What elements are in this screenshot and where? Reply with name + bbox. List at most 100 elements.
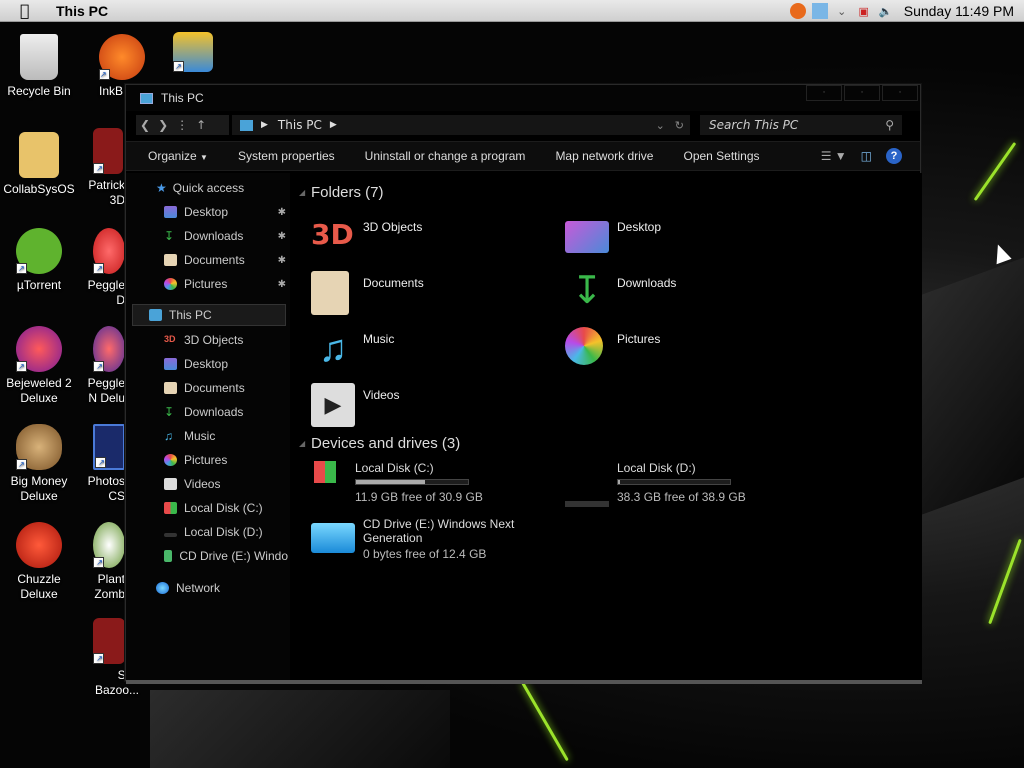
refresh-icon[interactable]: ↻	[675, 119, 684, 132]
active-app-title[interactable]: This PC	[56, 3, 108, 19]
organize-label: Organize	[148, 149, 197, 163]
sidebar-item-documents[interactable]: Documents	[164, 377, 245, 399]
breadcrumb-this-pc[interactable]: This PC	[278, 118, 322, 132]
view-options-icon[interactable]: ☰ ▼	[821, 149, 847, 163]
sidebar-item-quick-desktop[interactable]: Desktop ✱	[164, 201, 286, 223]
folder-music[interactable]: ♫ Music	[311, 327, 395, 371]
organize-button[interactable]: Organize ▼	[148, 149, 208, 163]
folder-3d-objects[interactable]: 3D 3D Objects	[311, 215, 422, 259]
desktop-icon-patrick[interactable]: ↗ Patrick 3D	[79, 128, 125, 208]
sidebar-item-label: 3D Objects	[184, 333, 244, 347]
title-bar[interactable]: This PC · · ·	[126, 85, 920, 111]
desktop-icon-photoshop[interactable]: ↗ Photos CS	[79, 424, 125, 504]
desktop-icon-collabsysos[interactable]: CollabSysOS	[1, 132, 77, 197]
sidebar-item-quick-pictures[interactable]: Pictures ✱	[164, 273, 286, 295]
sidebar-item-network[interactable]: Network	[156, 577, 220, 599]
chevron-down-icon[interactable]: ⌄	[656, 119, 665, 132]
pin-icon[interactable]: ✱	[278, 207, 286, 218]
folder-videos[interactable]: ▶ Videos	[311, 383, 399, 427]
desktop-icon-peggle-n[interactable]: ↗ Peggle N Delu	[79, 326, 125, 406]
sidebar-item-quick-downloads[interactable]: ↧ Downloads ✱	[164, 225, 286, 247]
desktop-icon-label: CollabSysOS	[3, 182, 75, 196]
volume-muted-icon[interactable]: 🔈	[878, 3, 894, 19]
sidebar-item-quick-access[interactable]: ★ Quick access	[156, 177, 244, 199]
desktop-icon-utorrent[interactable]: ↗ µTorrent	[1, 228, 77, 293]
forward-arrow-icon[interactable]: ❯	[158, 118, 168, 132]
desktop-icon-plants-zombies[interactable]: ↗ Plant Zomb	[79, 522, 125, 602]
sidebar-item-label: Desktop	[184, 357, 229, 371]
chevron-down-icon[interactable]: ⌄	[834, 3, 850, 19]
firefox-icon[interactable]	[789, 3, 806, 19]
clock[interactable]: Sunday 11:49 PM	[904, 3, 1014, 19]
network-disconnected-icon[interactable]: ▣	[856, 3, 872, 19]
flash-icon: ↗	[93, 128, 123, 174]
shortcut-arrow-icon: ↗	[16, 459, 27, 470]
sidebar-item-3d-objects[interactable]: 3D 3D Objects	[164, 329, 243, 351]
sidebar-item-label: Documents	[184, 253, 245, 267]
pin-icon[interactable]: ✱	[278, 231, 286, 242]
network-folder-icon[interactable]	[811, 3, 828, 19]
desktop-icon-peggle-d[interactable]: ↗ Peggle D	[79, 228, 125, 308]
local-disk-icon	[164, 502, 177, 514]
pin-icon[interactable]: ✱	[278, 255, 286, 266]
search-icon[interactable]: ⚲	[885, 115, 894, 135]
sidebar-item-quick-documents[interactable]: Documents ✱	[164, 249, 286, 271]
sidebar-item-downloads[interactable]: ↧ Downloads	[164, 401, 243, 423]
drive-local-disk-d[interactable]: Local Disk (D:) 38.3 GB free of 38.9 GB	[565, 461, 746, 507]
download-icon: ↧	[164, 405, 175, 419]
drive-cd-e[interactable]: CD Drive (E:) Windows Next Generation 0 …	[311, 517, 514, 561]
sidebar-item-label: Local Disk (C:)	[184, 501, 263, 515]
sidebar-item-pictures[interactable]: Pictures	[164, 449, 227, 471]
sidebar-item-local-disk-c[interactable]: Local Disk (C:)	[164, 497, 263, 519]
sidebar-item-videos[interactable]: Videos	[164, 473, 220, 495]
folder-downloads[interactable]: ↧ Downloads	[565, 271, 676, 315]
explorer-window[interactable]: This PC · · · ❮ ❯ ⋮ ↑ ▶ This PC ▶ ⌄ ↻ Se…	[125, 84, 922, 684]
desktop-icon-big-money[interactable]: ↗ Big Money Deluxe	[1, 424, 77, 504]
address-bar[interactable]: ▶ This PC ▶ ⌄ ↻	[232, 115, 690, 135]
desktop-icon-chuzzle[interactable]: Chuzzle Deluxe	[1, 522, 77, 602]
map-network-drive-button[interactable]: Map network drive	[555, 149, 653, 163]
sidebar-item-cd-drive[interactable]: CD Drive (E:) Windo	[164, 545, 288, 567]
sidebar-item-local-disk-d[interactable]: Local Disk (D:)	[164, 521, 263, 543]
back-arrow-icon[interactable]: ❮	[140, 118, 150, 132]
search-box[interactable]: Search This PC ⚲	[700, 115, 902, 135]
sidebar-item-music[interactable]: ♫ Music	[164, 425, 215, 447]
drive-local-disk-c[interactable]: Local Disk (C:) 11.9 GB free of 30.9 GB	[311, 461, 483, 504]
apple-icon[interactable]: 	[20, 2, 34, 19]
desktop-icon-app[interactable]: ↗	[168, 32, 218, 76]
breadcrumb-arrow-icon[interactable]: ▶	[261, 120, 268, 130]
folder-documents[interactable]: Documents	[311, 271, 424, 315]
desktop-icon-bejeweled[interactable]: ↗ Bejeweled 2 Deluxe	[1, 326, 77, 406]
pin-icon[interactable]: ✱	[278, 279, 286, 290]
recent-locations-icon[interactable]: ⋮	[176, 118, 188, 132]
folder-pictures[interactable]: Pictures	[565, 327, 660, 365]
pictures-icon	[565, 327, 603, 365]
folder-label: Documents	[363, 276, 424, 290]
maximize-button[interactable]: ·	[844, 85, 880, 101]
sidebar-item-desktop[interactable]: Desktop	[164, 353, 228, 375]
folders-header[interactable]: Folders (7)	[299, 184, 383, 201]
minimize-button[interactable]: ·	[806, 85, 842, 101]
system-properties-button[interactable]: System properties	[238, 149, 335, 163]
open-settings-button[interactable]: Open Settings	[683, 149, 759, 163]
search-input[interactable]: Search This PC	[709, 118, 798, 132]
desktop-icon-recycle-bin[interactable]: Recycle Bin	[1, 34, 77, 99]
shortcut-arrow-icon: ↗	[93, 557, 104, 568]
breadcrumb-arrow-icon[interactable]: ▶	[330, 120, 337, 130]
sidebar-item-this-pc[interactable]: This PC	[132, 304, 286, 326]
close-button[interactable]: ·	[882, 85, 918, 101]
folder-desktop[interactable]: Desktop	[565, 215, 661, 253]
up-arrow-icon[interactable]: ↑	[196, 118, 206, 132]
sidebar-item-label: Pictures	[184, 277, 228, 291]
sidebar-item-label: Downloads	[184, 229, 244, 243]
shortcut-arrow-icon: ↗	[99, 69, 110, 80]
help-icon[interactable]: ?	[886, 148, 902, 164]
devices-header[interactable]: Devices and drives (3)	[299, 435, 460, 452]
preview-pane-icon[interactable]: ◫	[861, 149, 872, 163]
flash-icon: ↗	[93, 618, 125, 664]
navigation-bar: ❮ ❯ ⋮ ↑ ▶ This PC ▶ ⌄ ↻ Search This PC ⚲	[126, 111, 920, 141]
drive-name: Local Disk (D:)	[617, 461, 696, 475]
sidebar-item-label: Local Disk (D:)	[184, 525, 263, 539]
uninstall-program-button[interactable]: Uninstall or change a program	[365, 149, 526, 163]
folder-icon	[19, 132, 59, 178]
